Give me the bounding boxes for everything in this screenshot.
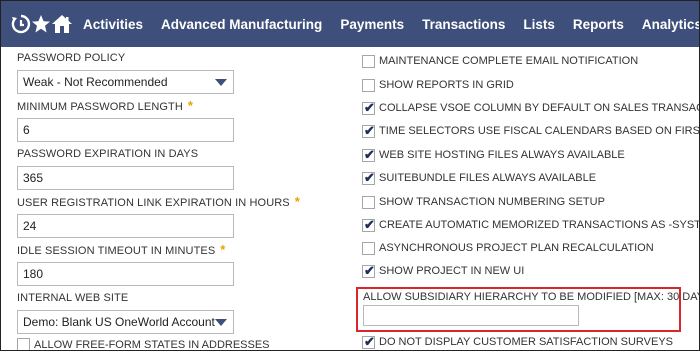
password-policy-value: Weak - Not Recommended xyxy=(23,75,168,89)
favorites-star-icon[interactable] xyxy=(31,1,51,47)
min-password-length-label: MINIMUM PASSWORD LENGTH xyxy=(17,101,183,113)
idle-session-timeout-field: IDLE SESSION TIMEOUT IN MINUTES * 180 xyxy=(17,243,234,286)
checkbox-label: CREATE AUTOMATIC MEMORIZED TRANSACTIONS … xyxy=(379,219,700,231)
internal-web-site-label: INTERNAL WEB SITE xyxy=(17,292,129,304)
preferences-page: Activities Advanced Manufacturing Paymen… xyxy=(0,0,700,351)
allow-free-form-states-label: ALLOW FREE-FORM STATES IN ADDRESSES xyxy=(34,338,270,351)
password-policy-field: PASSWORD POLICY Weak - Not Recommended xyxy=(17,51,234,94)
customer-satisfaction-surveys-checkbox[interactable]: ✔ xyxy=(362,333,375,349)
password-expiration-field: PASSWORD EXPIRATION IN DAYS 365 xyxy=(17,147,234,190)
checkbox-row: MAINTENANCE COMPLETE EMAIL NOTIFICATION xyxy=(362,51,638,71)
subsidiary-hierarchy-input[interactable] xyxy=(363,305,579,326)
password-policy-label: PASSWORD POLICY xyxy=(17,52,126,64)
required-asterisk: * xyxy=(187,98,194,113)
hosting-files-checkbox[interactable]: ✔ xyxy=(362,146,375,162)
user-registration-expiration-field: USER REGISTRATION LINK EXPIRATION IN HOU… xyxy=(17,195,300,238)
checkmark-icon: ✔ xyxy=(364,146,375,162)
internal-web-site-select[interactable]: Demo: Blank US OneWorld Account xyxy=(17,310,234,334)
maintenance-email-checkbox[interactable] xyxy=(362,54,375,68)
nav-reports[interactable]: Reports xyxy=(573,17,624,32)
checkbox-label: SHOW REPORTS IN GRID xyxy=(379,79,514,91)
nav-transactions[interactable]: Transactions xyxy=(422,17,505,32)
allow-free-form-states-row: ALLOW FREE-FORM STATES IN ADDRESSES xyxy=(17,338,270,351)
transaction-numbering-checkbox[interactable] xyxy=(362,195,375,209)
checkbox-row: ✔ WEB SITE HOSTING FILES ALWAYS AVAILABL… xyxy=(362,145,625,165)
checkmark-icon: ✔ xyxy=(364,99,375,115)
checkmark-icon: ✔ xyxy=(364,333,375,349)
required-asterisk: * xyxy=(294,194,300,209)
show-reports-grid-checkbox[interactable] xyxy=(362,78,375,92)
password-expiration-input[interactable]: 365 xyxy=(17,166,234,190)
recent-history-icon[interactable] xyxy=(11,1,31,47)
password-policy-select[interactable]: Weak - Not Recommended xyxy=(17,70,234,94)
idle-session-timeout-label: IDLE SESSION TIMEOUT IN MINUTES xyxy=(17,245,216,257)
checkbox-row: ✔ SUITEBUNDLE FILES ALWAYS AVAILABLE xyxy=(362,168,596,188)
collapse-vsoe-checkbox[interactable]: ✔ xyxy=(362,99,375,115)
user-registration-expiration-input[interactable]: 24 xyxy=(17,214,234,238)
nav-advanced-manufacturing[interactable]: Advanced Manufacturing xyxy=(161,17,322,32)
suitebundle-files-checkbox[interactable]: ✔ xyxy=(362,169,375,185)
checkbox-label: MAINTENANCE COMPLETE EMAIL NOTIFICATION xyxy=(379,55,639,67)
nav-analytics[interactable]: Analytics xyxy=(642,17,699,32)
checkbox-row: SHOW REPORTS IN GRID xyxy=(362,75,514,95)
memorized-transactions-checkbox[interactable]: ✔ xyxy=(362,216,375,232)
subsidiary-hierarchy-label: ALLOW SUBSIDIARY HIERARCHY TO BE MODIFIE… xyxy=(363,291,700,303)
dropdown-caret-icon xyxy=(215,79,227,86)
checkbox-label: SHOW PROJECT IN NEW UI xyxy=(379,265,525,277)
show-project-new-ui-checkbox[interactable]: ✔ xyxy=(362,262,375,278)
internal-web-site-value: Demo: Blank US OneWorld Account xyxy=(23,315,215,329)
checkbox-row: ✔ SHOW PROJECT IN NEW UI xyxy=(362,261,524,281)
checkbox-row: ✔ TIME SELECTORS USE FISCAL CALENDARS BA… xyxy=(362,121,700,141)
checkbox-row: SHOW TRANSACTION NUMBERING SETUP xyxy=(362,192,605,212)
checkmark-icon: ✔ xyxy=(364,216,375,232)
checkbox-label: DO NOT DISPLAY CUSTOMER SATISFACTION SUR… xyxy=(379,336,674,348)
nav-payments[interactable]: Payments xyxy=(340,17,404,32)
nav-activities[interactable]: Activities xyxy=(83,17,143,32)
top-navigation-bar: Activities Advanced Manufacturing Paymen… xyxy=(1,1,699,47)
nav-lists[interactable]: Lists xyxy=(523,17,555,32)
idle-session-timeout-input[interactable]: 180 xyxy=(17,262,234,286)
checkmark-icon: ✔ xyxy=(364,122,375,138)
home-icon[interactable] xyxy=(51,1,73,47)
checkbox-label: COLLAPSE VSOE COLUMN BY DEFAULT ON SALES… xyxy=(379,102,699,114)
async-project-plan-checkbox[interactable] xyxy=(362,241,375,255)
required-asterisk: * xyxy=(220,242,226,257)
checkbox-row: ✔ CREATE AUTOMATIC MEMORIZED TRANSACTION… xyxy=(362,215,700,235)
checkbox-row: ✔ COLLAPSE VSOE COLUMN BY DEFAULT ON SAL… xyxy=(362,98,699,118)
checkbox-label: WEB SITE HOSTING FILES ALWAYS AVAILABLE xyxy=(379,149,625,161)
checkbox-label: SUITEBUNDLE FILES ALWAYS AVAILABLE xyxy=(379,172,597,184)
dropdown-caret-icon xyxy=(215,319,227,326)
checkbox-row: ASYNCHRONOUS PROJECT PLAN RECALCULATION xyxy=(362,238,654,258)
checkbox-label: TIME SELECTORS USE FISCAL CALENDARS BASE… xyxy=(379,125,700,137)
allow-free-form-states-checkbox[interactable] xyxy=(17,338,30,350)
checkbox-label: ASYNCHRONOUS PROJECT PLAN RECALCULATION xyxy=(379,242,654,254)
password-expiration-label: PASSWORD EXPIRATION IN DAYS xyxy=(17,148,199,160)
user-registration-expiration-label: USER REGISTRATION LINK EXPIRATION IN HOU… xyxy=(17,197,290,209)
fiscal-calendars-checkbox[interactable]: ✔ xyxy=(362,122,375,138)
internal-web-site-field: INTERNAL WEB SITE Demo: Blank US OneWorl… xyxy=(17,291,234,334)
checkmark-icon: ✔ xyxy=(364,169,375,185)
checkbox-row: ✔ DO NOT DISPLAY CUSTOMER SATISFACTION S… xyxy=(362,332,674,350)
checkbox-label: SHOW TRANSACTION NUMBERING SETUP xyxy=(379,196,605,208)
min-password-length-input[interactable]: 6 xyxy=(17,118,234,142)
checkmark-icon: ✔ xyxy=(364,262,375,278)
min-password-length-field: MINIMUM PASSWORD LENGTH * 6 xyxy=(17,99,234,142)
